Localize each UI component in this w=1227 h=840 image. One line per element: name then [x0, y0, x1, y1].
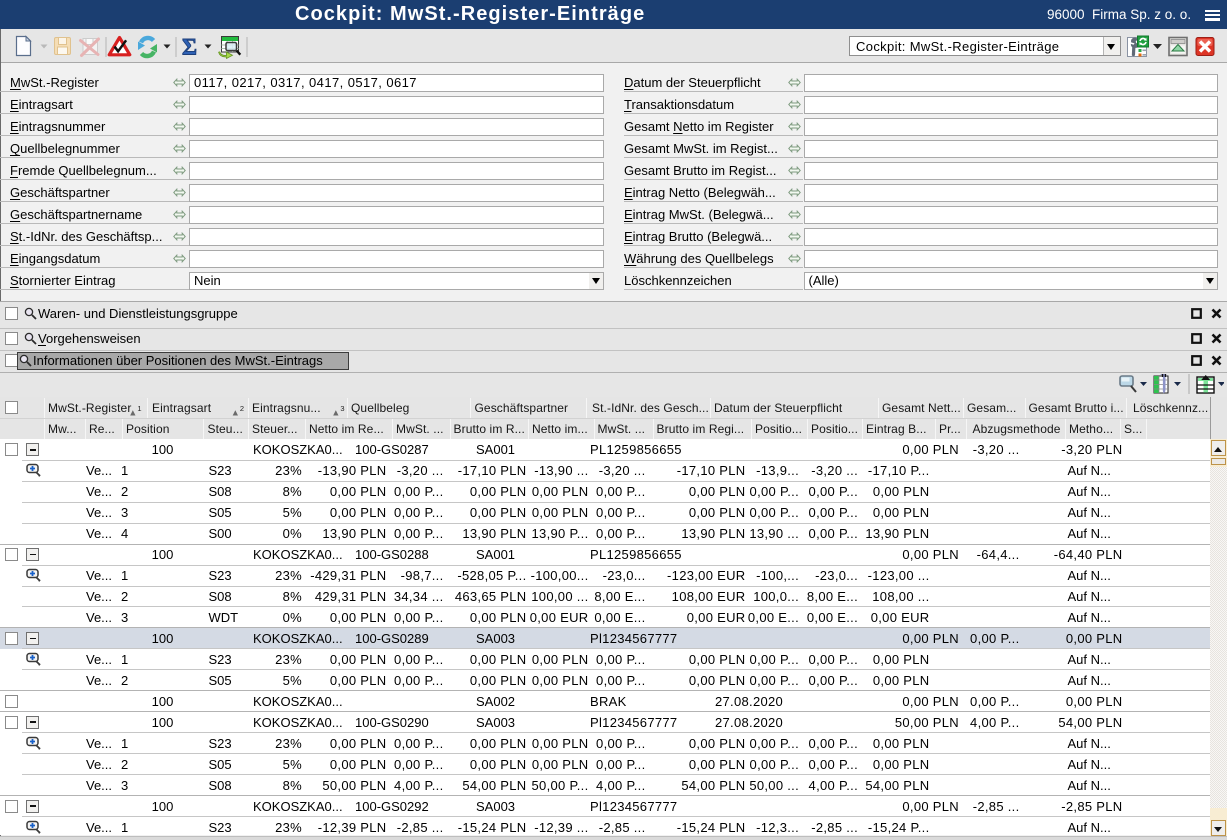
svg-text:Σ: Σ	[182, 35, 197, 60]
